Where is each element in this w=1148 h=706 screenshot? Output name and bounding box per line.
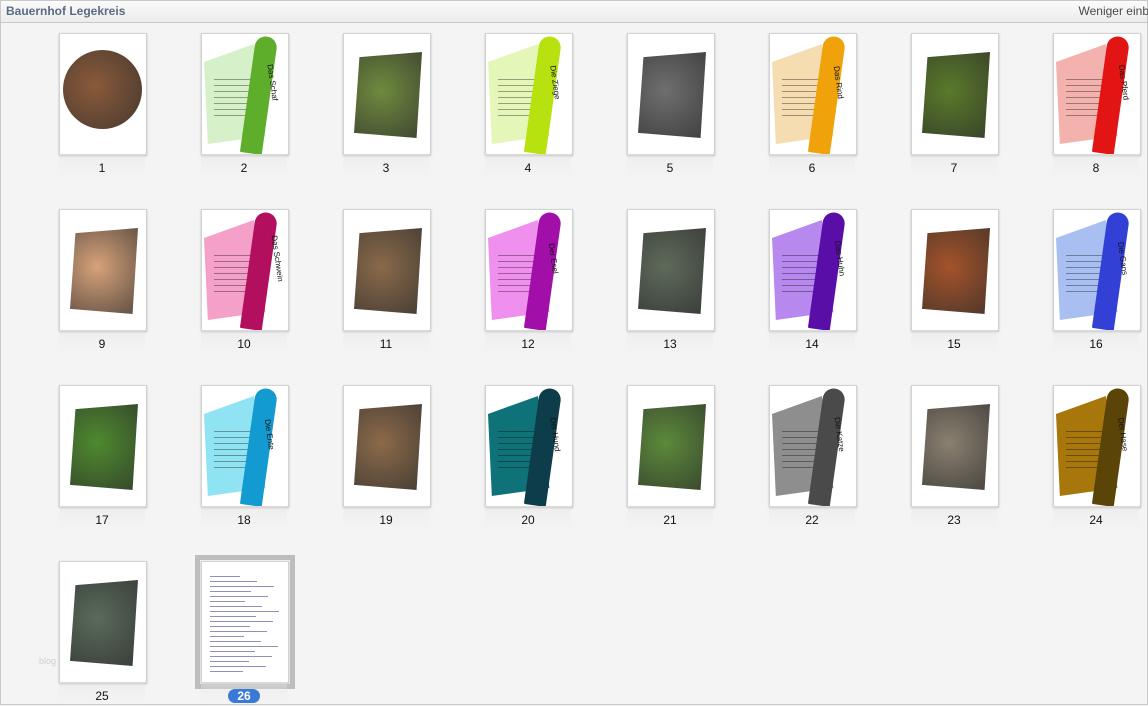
page-photo [638, 52, 706, 138]
page-number-label: 10 [237, 337, 250, 351]
page-thumbnail[interactable]: Die Katze [769, 385, 857, 507]
page-number: 14 [769, 337, 855, 351]
page-number-label: 12 [521, 337, 534, 351]
page-number: 7 [911, 161, 997, 175]
page-number: 25 [59, 689, 145, 703]
page-thumbnail[interactable]: Die Ziege [485, 33, 573, 155]
page-thumbnail[interactable] [343, 385, 431, 507]
page-number-label: 13 [663, 337, 676, 351]
page-number: 15 [911, 337, 997, 351]
page-number: 16 [1053, 337, 1139, 351]
page-number-label: 15 [947, 337, 960, 351]
page-thumbnail[interactable] [627, 385, 715, 507]
page-number: 5 [627, 161, 713, 175]
page-number: 12 [485, 337, 571, 351]
page-number-label: 3 [383, 161, 390, 175]
page-number-label: 9 [99, 337, 106, 351]
page-thumbnail[interactable] [911, 33, 999, 155]
page-photo [638, 228, 706, 314]
page-number: 11 [343, 337, 429, 351]
page-thumbnail[interactable] [59, 385, 147, 507]
page-photo [70, 404, 138, 490]
page-number-label: 6 [809, 161, 816, 175]
page-number-label: 4 [525, 161, 532, 175]
page-number-label: 19 [379, 513, 392, 527]
page-thumbnail[interactable] [627, 209, 715, 331]
page-number-label: 1 [99, 161, 106, 175]
page-thumbnail[interactable] [343, 33, 431, 155]
document-title: Bauernhof Legekreis [6, 4, 125, 18]
page-number: 26 [201, 689, 287, 703]
page-number-label: 17 [95, 513, 108, 527]
page-number: 18 [201, 513, 287, 527]
page-number: 23 [911, 513, 997, 527]
show-less-button[interactable]: Weniger einb [1079, 4, 1148, 18]
page-thumbnail[interactable]: Das Schaf [201, 33, 289, 155]
page-thumbnail[interactable] [59, 209, 147, 331]
page-number-label: 8 [1093, 161, 1100, 175]
page-thumbnail[interactable] [911, 209, 999, 331]
page-thumbnail[interactable]: Das Huhn [769, 209, 857, 331]
page-thumbnail[interactable]: Die Gans [1053, 209, 1141, 331]
page-number-label: 25 [95, 689, 108, 703]
page-number: 19 [343, 513, 429, 527]
page-number-label: 16 [1089, 337, 1102, 351]
page-number: 20 [485, 513, 571, 527]
page-photo [922, 404, 990, 490]
page-number: 1 [59, 161, 145, 175]
page-number: 24 [1053, 513, 1139, 527]
page-photo [354, 52, 422, 138]
page-thumbnail[interactable] [59, 33, 147, 155]
page-number-label: 20 [521, 513, 534, 527]
page-thumbnail[interactable]: Der Hase [1053, 385, 1141, 507]
page-thumbnail[interactable]: Der Esel [485, 209, 573, 331]
page-number-label: 22 [805, 513, 818, 527]
page-number-label: 11 [380, 337, 392, 351]
page-thumbnail[interactable] [59, 561, 147, 683]
page-thumbnail[interactable]: Das Pferd [1053, 33, 1141, 155]
page-thumbnail[interactable] [201, 561, 289, 683]
page-thumbnail[interactable]: Das Schwein [201, 209, 289, 331]
page-thumbnail[interactable]: Der Hund [485, 385, 573, 507]
page-number-label: 7 [951, 161, 958, 175]
page-number: 4 [485, 161, 571, 175]
page-number: 13 [627, 337, 713, 351]
page-number: 9 [59, 337, 145, 351]
page-number-label: 24 [1089, 513, 1102, 527]
page-thumbnail[interactable] [627, 33, 715, 155]
page-photo [638, 404, 706, 490]
page-thumbnail[interactable]: Die Ente [201, 385, 289, 507]
page-thumbnail[interactable] [343, 209, 431, 331]
page-photo [354, 404, 422, 490]
page-thumbnail[interactable] [911, 385, 999, 507]
page-number-label: 26 [228, 689, 259, 703]
page-number-label: 5 [667, 161, 674, 175]
page-number: 2 [201, 161, 287, 175]
page-number-label: 23 [947, 513, 960, 527]
page-number-label: 14 [805, 337, 818, 351]
document-window: Bauernhof Legekreis Weniger einb 1 Das Sc… [0, 0, 1148, 705]
page-photo [354, 228, 422, 314]
page-number: 8 [1053, 161, 1139, 175]
page-photo [922, 228, 990, 314]
page-number: 10 [201, 337, 287, 351]
page-number: 3 [343, 161, 429, 175]
page-number: 22 [769, 513, 855, 527]
page-number: 17 [59, 513, 145, 527]
page-thumbnail[interactable]: Das Rind [769, 33, 857, 155]
page-photo [63, 50, 142, 129]
page-photo [922, 52, 990, 138]
page-number-label: 18 [237, 513, 250, 527]
page-photo [70, 228, 138, 314]
watermark: blog [39, 656, 56, 666]
page-number-label: 2 [241, 161, 248, 175]
arc-segment-label: Das Schwein [270, 235, 285, 282]
page-number-label: 21 [663, 513, 676, 527]
page-number: 6 [769, 161, 855, 175]
page-number: 21 [627, 513, 713, 527]
window-header: Bauernhof Legekreis Weniger einb [1, 1, 1147, 23]
document-text-lines [210, 572, 280, 676]
page-photo [70, 580, 138, 666]
